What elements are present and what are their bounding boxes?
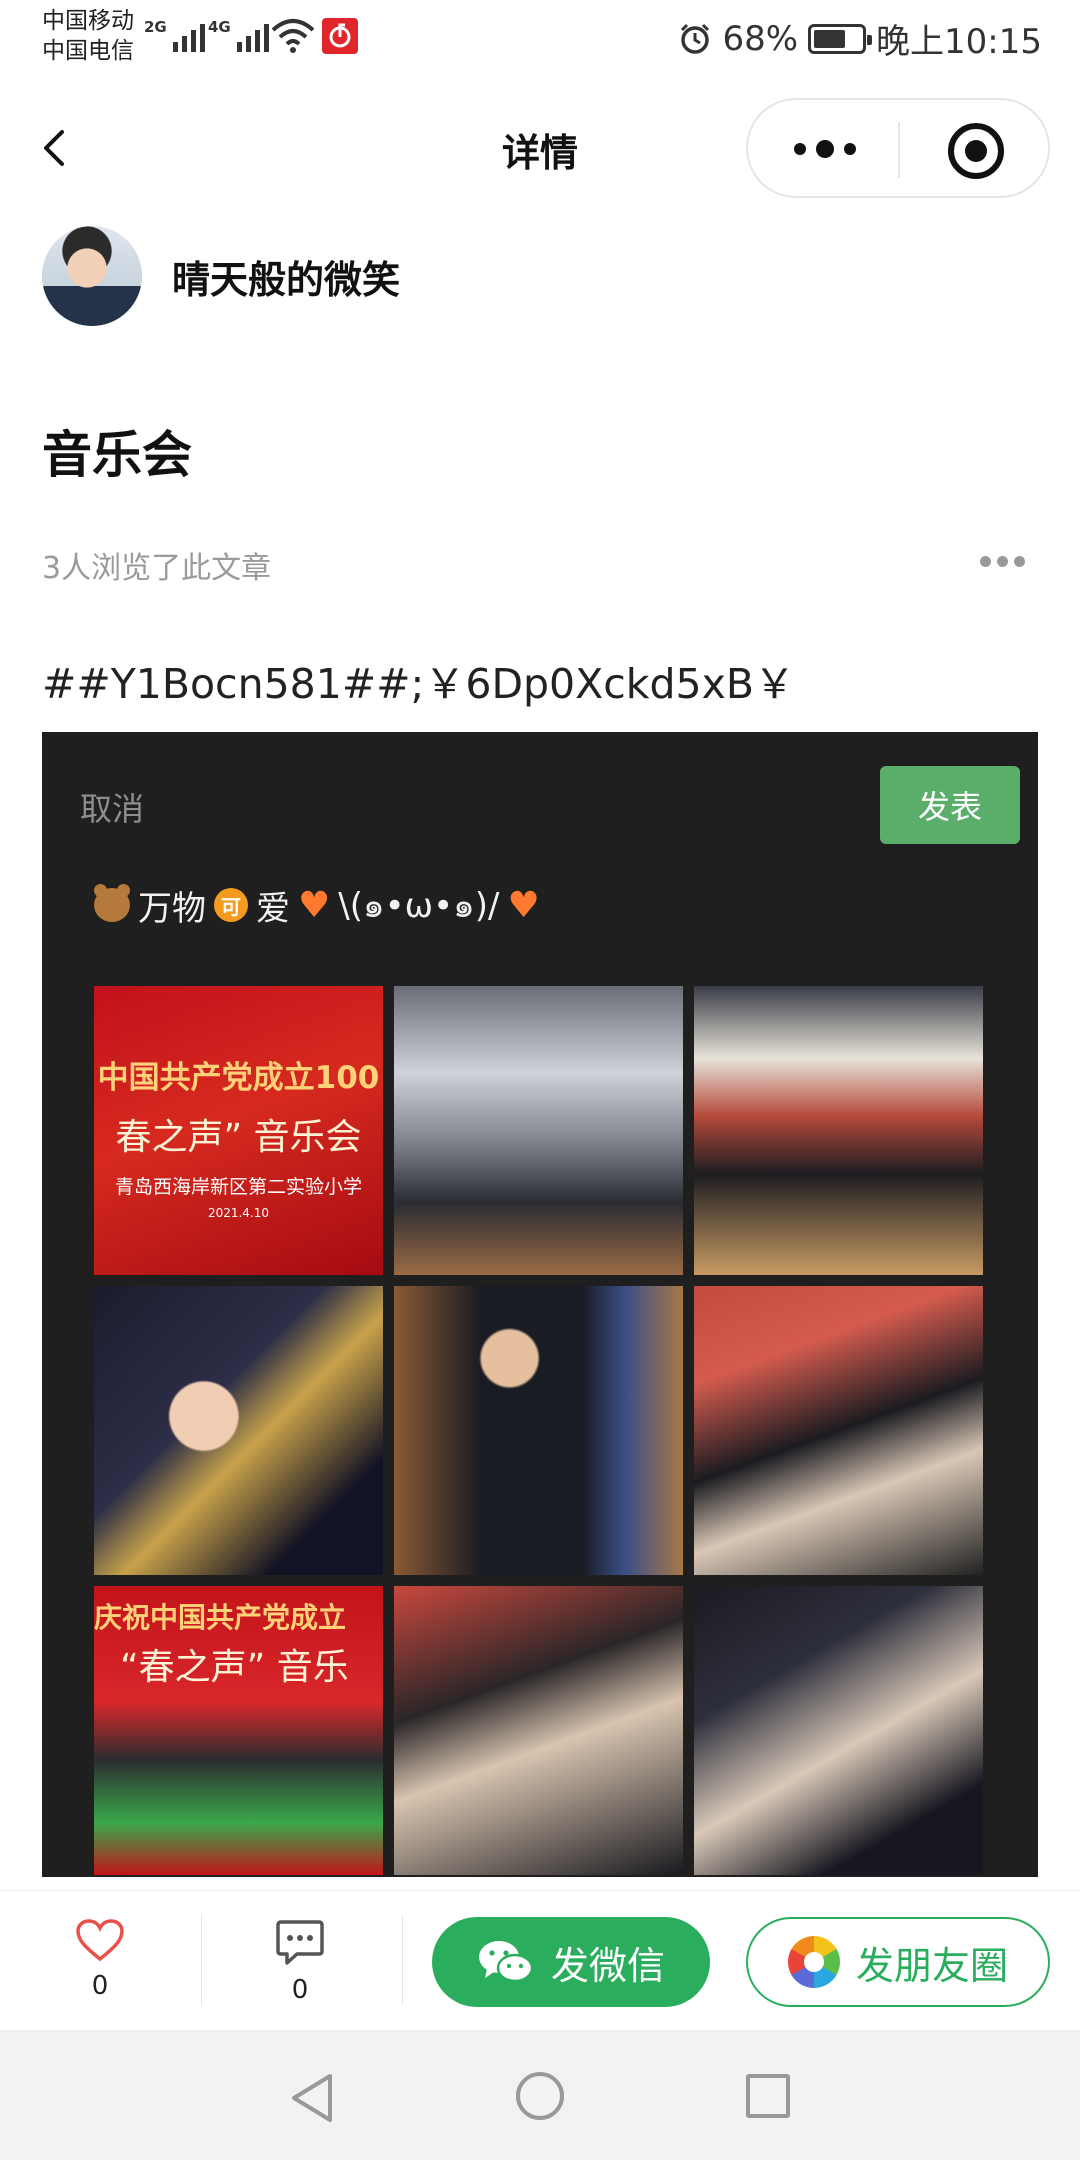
wechat-label: 发微信 <box>550 1943 665 1988</box>
more-options-icon[interactable] <box>980 556 1025 567</box>
heart-icon <box>76 1919 124 1962</box>
net-2g-label: 2G <box>144 18 167 36</box>
poster2-line-2: “春之声” 音乐 <box>120 1647 349 1688</box>
orange-heart-icon: ♥ <box>298 884 331 926</box>
photo-grid: 中国共产党成立100 春之声” 音乐会 青岛西海岸新区第二实验小学 2021.4… <box>94 986 984 1875</box>
photo-trumpets[interactable] <box>694 1286 983 1575</box>
photo-band-stage[interactable] <box>694 986 983 1275</box>
embedded-screenshot[interactable]: 取消 发表 万物 可 爱 ♥ \(๑•ω•๑)/ ♥ 中国共产党成立100 春之… <box>42 732 1038 1877</box>
clock: 晚上10:15 <box>876 22 1042 62</box>
battery-percent: 68% <box>722 18 799 59</box>
close-miniprogram-icon[interactable] <box>948 123 1004 179</box>
poster-line-2: 春之声” 音乐会 <box>115 1117 362 1158</box>
poster-date: 2021.4.10 <box>207 1206 270 1220</box>
system-home-icon[interactable] <box>516 2072 564 2120</box>
photo-conductor[interactable] <box>394 1286 683 1575</box>
author-row[interactable]: 晴天般的微笑 <box>42 226 400 326</box>
orange-heart-icon: ♥ <box>507 884 540 926</box>
photo-group[interactable] <box>394 986 683 1275</box>
battery-fill <box>814 29 846 48</box>
like-button[interactable]: 0 <box>60 1919 140 2001</box>
miniprogram-capsule <box>746 98 1050 198</box>
avatar[interactable] <box>42 226 142 326</box>
signal-2g-icon: 2G <box>144 18 205 52</box>
system-navigation-bar <box>0 2030 1080 2160</box>
status-bar: 中国移动 中国电信 2G 4G 68% 晚上10:15 <box>0 0 1080 74</box>
poster2-line-1: 庆祝中国共产党成立 <box>94 1601 347 1634</box>
embedded-cancel-label: 取消 <box>80 790 145 828</box>
system-recents-icon[interactable] <box>746 2074 790 2118</box>
comment-icon <box>276 1920 324 1965</box>
bottom-action-bar: 0 0 发微信 发朋友圈 <box>0 1890 1080 2030</box>
netease-music-icon <box>322 18 358 54</box>
photo-clarinets[interactable] <box>694 1586 983 1875</box>
embedded-text-c: \(๑•ω•๑)/ <box>338 886 500 926</box>
share-code-text: ##Y1Bocn581##;￥6Dp0Xckd5xB￥ <box>42 660 795 708</box>
embedded-text-b: 爱 <box>256 888 290 929</box>
moments-aperture-icon <box>787 1936 840 1988</box>
photo-trumpets-2[interactable] <box>394 1586 683 1875</box>
embedded-publish-label: 发表 <box>880 766 1020 844</box>
author-name[interactable]: 晴天般的微笑 <box>172 249 400 304</box>
like-count: 0 <box>91 1971 109 2001</box>
comment-button[interactable]: 0 <box>260 1919 340 2005</box>
alarm-icon <box>681 23 710 54</box>
view-count: 3人浏览了此文章 <box>42 551 272 586</box>
system-back-icon[interactable] <box>286 2070 338 2126</box>
moments-label: 发朋友圈 <box>855 1943 1008 1988</box>
carrier-1: 中国移动 <box>42 8 134 34</box>
embedded-post-text: 万物 可 爱 ♥ \(๑•ω•๑)/ ♥ <box>94 878 540 932</box>
teddy-bear-icon <box>94 884 130 922</box>
net-4g-label: 4G <box>208 18 231 36</box>
photo-performers[interactable]: 庆祝中国共产党成立 “春之声” 音乐 <box>94 1586 383 1875</box>
carrier-labels: 中国移动 中国电信 <box>42 6 134 66</box>
embedded-text-a: 万物 <box>138 888 206 929</box>
status-right: 68% 晚上10:15 <box>678 14 1042 63</box>
photo-concert-poster[interactable]: 中国共产党成立100 春之声” 音乐会 青岛西海岸新区第二实验小学 2021.4… <box>94 986 383 1275</box>
carrier-2: 中国电信 <box>42 38 134 64</box>
battery-icon <box>808 23 873 54</box>
share-wechat-button[interactable]: 发微信 <box>432 1917 710 2007</box>
share-moments-button[interactable]: 发朋友圈 <box>746 1917 1050 2007</box>
poster-line-1: 中国共产党成立100 <box>97 1060 380 1096</box>
article-title: 音乐会 <box>42 426 192 484</box>
wifi-icon <box>271 19 315 53</box>
more-menu-button[interactable] <box>790 124 860 174</box>
ke-badge-icon: 可 <box>214 888 248 922</box>
poster-line-3: 青岛西海岸新区第二实验小学 <box>114 1176 362 1198</box>
signal-4g-icon: 4G <box>208 18 269 52</box>
photo-brass-girl[interactable] <box>94 1286 383 1575</box>
wechat-icon <box>478 1941 534 1983</box>
nav-bar: 详情 <box>0 74 1080 224</box>
comment-count: 0 <box>291 1975 309 2005</box>
